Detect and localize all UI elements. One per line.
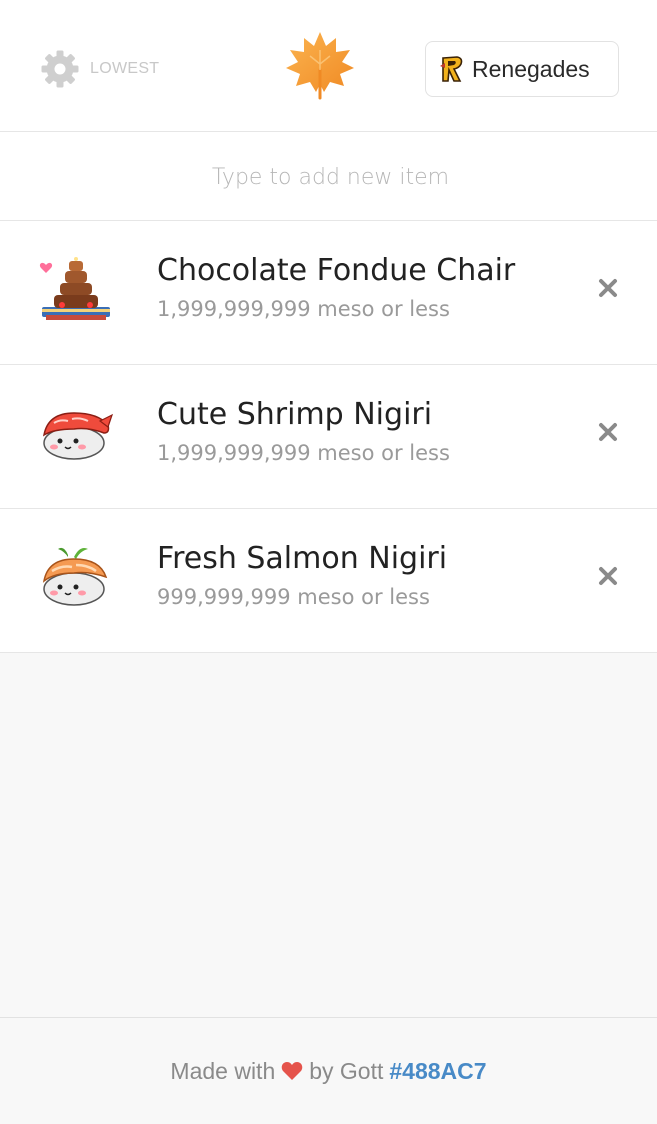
list-item: Fresh Salmon Nigiri 999,999,999 meso or … <box>0 509 657 653</box>
remove-item-button[interactable] <box>593 273 623 303</box>
header: LOWEST Renegades <box>0 0 657 132</box>
heart-icon <box>281 1062 303 1080</box>
item-name: Chocolate Fondue Chair <box>157 253 516 288</box>
settings-button[interactable]: LOWEST <box>40 49 159 89</box>
server-label: Renegades <box>472 55 590 82</box>
list-item: Chocolate Fondue Chair 1,999,999,999 mes… <box>0 221 657 365</box>
item-price: 999,999,999 meso or less <box>157 585 430 609</box>
remove-item-button[interactable] <box>593 417 623 447</box>
salmon-nigiri-icon <box>42 547 108 606</box>
chocolate-fondue-chair-icon <box>39 257 110 320</box>
shrimp-nigiri-icon <box>42 412 114 460</box>
footer-author: by Gott <box>309 1057 384 1084</box>
remove-item-button[interactable] <box>593 561 623 591</box>
list-item: Cute Shrimp Nigiri 1,999,999,999 meso or… <box>0 365 657 509</box>
renegades-server-icon <box>440 56 463 82</box>
footer: Made with by Gott #488AC7 <box>0 1017 657 1124</box>
item-list: Chocolate Fondue Chair 1,999,999,999 mes… <box>0 221 657 653</box>
close-icon <box>599 567 617 585</box>
footer-tag-link[interactable]: #488AC7 <box>389 1058 486 1085</box>
footer-made-with: Made with <box>170 1057 276 1084</box>
close-icon <box>599 279 617 297</box>
item-name: Fresh Salmon Nigiri <box>157 541 448 576</box>
add-item-bar <box>0 132 657 222</box>
gear-icon <box>41 50 79 88</box>
add-item-input[interactable] <box>0 132 657 222</box>
item-price: 1,999,999,999 meso or less <box>157 441 450 465</box>
item-name: Cute Shrimp Nigiri <box>157 397 433 432</box>
sort-mode-label: LOWEST <box>90 60 160 77</box>
server-select-button[interactable]: Renegades <box>425 41 619 97</box>
close-icon <box>599 423 617 441</box>
maple-leaf-logo <box>284 30 356 100</box>
item-price: 1,999,999,999 meso or less <box>157 297 450 321</box>
